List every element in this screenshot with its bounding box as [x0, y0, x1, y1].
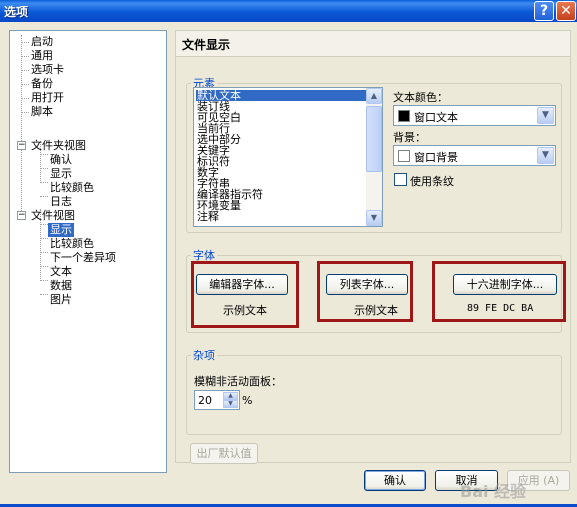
tree-connector: [21, 84, 29, 85]
close-button[interactable]: ✕: [556, 1, 576, 21]
tree-item-folder-compare-colors[interactable]: 比较颜色: [48, 181, 96, 195]
stripes-checkbox[interactable]: [394, 173, 407, 186]
tree-item-folder-display[interactable]: 显示: [48, 167, 74, 181]
elements-scrollbar[interactable]: ▲ ▼: [366, 88, 382, 226]
tree-connector: [40, 154, 48, 155]
tree-connector: [40, 196, 48, 197]
tree-item-file-compare-colors[interactable]: 比较颜色: [48, 237, 96, 251]
tree-item-open-with[interactable]: 用打开: [29, 91, 66, 105]
fade-inactive-stepper[interactable]: 20 ▲ ▼: [194, 390, 240, 410]
panel-header: 文件显示: [176, 31, 570, 57]
chevron-down-icon[interactable]: ▼: [537, 107, 554, 124]
spin-up-icon[interactable]: ▲: [223, 392, 238, 400]
misc-group: 杂项: [186, 347, 562, 435]
tree-item-file-display[interactable]: 显示: [48, 223, 74, 237]
annotation-highlight: [191, 261, 299, 328]
background-combo[interactable]: 窗口背景 ▼: [393, 145, 556, 166]
tree-connector: [40, 224, 48, 225]
tree-connector: [40, 168, 48, 169]
tree-item-backup[interactable]: 备份: [29, 77, 55, 91]
background-swatch: [398, 150, 410, 162]
help-button[interactable]: ?: [534, 1, 554, 21]
stripes-label: 使用条纹: [410, 175, 454, 188]
tree-connector: [21, 56, 29, 57]
scroll-thumb[interactable]: [366, 106, 382, 172]
tree-item-file-view[interactable]: 文件视图: [29, 209, 77, 223]
tree-expander-icon[interactable]: −: [17, 141, 26, 150]
tree-item-folder-confirm[interactable]: 确认: [48, 153, 74, 167]
watermark: Bai 经验: [460, 482, 527, 501]
spin-down-icon[interactable]: ▼: [223, 400, 238, 408]
tree-connector: [21, 35, 22, 217]
tree-connector: [21, 70, 29, 71]
file-display-panel: 文件显示 元素 默认文本 装订线 可见空白 当前行 选中部分 关键字 标识符 数…: [175, 30, 571, 464]
tree-item-general[interactable]: 通用: [29, 49, 55, 63]
text-color-label: 文本颜色：: [393, 91, 448, 104]
tree-connector: [40, 294, 48, 295]
tree-connector: [40, 280, 48, 281]
fade-inactive-value[interactable]: 20: [198, 394, 212, 407]
misc-group-legend: 杂项: [193, 349, 215, 362]
tree-connector: [40, 266, 48, 267]
window-title: 选项: [4, 5, 29, 19]
tree-connector: [40, 238, 48, 239]
elements-listbox[interactable]: 默认文本 装订线 可见空白 当前行 选中部分 关键字 标识符 数字 字符串 编译…: [193, 87, 383, 227]
annotation-highlight: [432, 261, 566, 322]
tree-item-tabs[interactable]: 选项卡: [29, 63, 66, 77]
list-item[interactable]: 注释: [196, 211, 220, 222]
tree-connector: [21, 98, 29, 99]
scroll-up-icon[interactable]: ▲: [366, 88, 382, 104]
dialog-client: − − 启动 通用 选项卡 备份 用打开 脚本 文件夹视图 确认 显示 比较颜色…: [0, 22, 577, 507]
ok-button[interactable]: 确认: [364, 470, 426, 491]
panel-title: 文件显示: [182, 38, 231, 52]
tree-item-data[interactable]: 数据: [48, 279, 74, 293]
tree-connector: [21, 42, 29, 43]
title-bar: 选项 ? ✕: [0, 0, 577, 22]
text-color-value: 窗口文本: [414, 111, 458, 124]
tree-item-folder-log[interactable]: 日志: [48, 195, 74, 209]
tree-item-next-difference[interactable]: 下一个差异项: [48, 251, 118, 265]
tree-item-folder-view[interactable]: 文件夹视图: [29, 139, 88, 153]
tree-item-pictures[interactable]: 图片: [48, 293, 74, 307]
factory-defaults-button[interactable]: 出厂默认值: [190, 443, 258, 464]
scroll-down-icon[interactable]: ▼: [366, 210, 382, 226]
options-tree[interactable]: − − 启动 通用 选项卡 备份 用打开 脚本 文件夹视图 确认 显示 比较颜色…: [9, 30, 167, 473]
text-color-swatch: [398, 110, 410, 122]
tree-item-startup[interactable]: 启动: [29, 35, 55, 49]
chevron-down-icon[interactable]: ▼: [537, 147, 554, 164]
fade-inactive-unit: %: [242, 394, 253, 407]
tree-connector: [40, 182, 48, 183]
text-color-combo[interactable]: 窗口文本 ▼: [393, 105, 556, 126]
background-label: 背景：: [393, 131, 426, 144]
tree-item-scripts[interactable]: 脚本: [29, 105, 55, 119]
fade-inactive-label: 模糊非活动面板：: [194, 375, 282, 388]
tree-connector: [21, 112, 29, 113]
tree-expander-icon[interactable]: −: [17, 211, 26, 220]
tree-connector: [40, 252, 48, 253]
background-value: 窗口背景: [414, 151, 458, 164]
annotation-highlight: [317, 261, 413, 322]
tree-item-text[interactable]: 文本: [48, 265, 74, 279]
